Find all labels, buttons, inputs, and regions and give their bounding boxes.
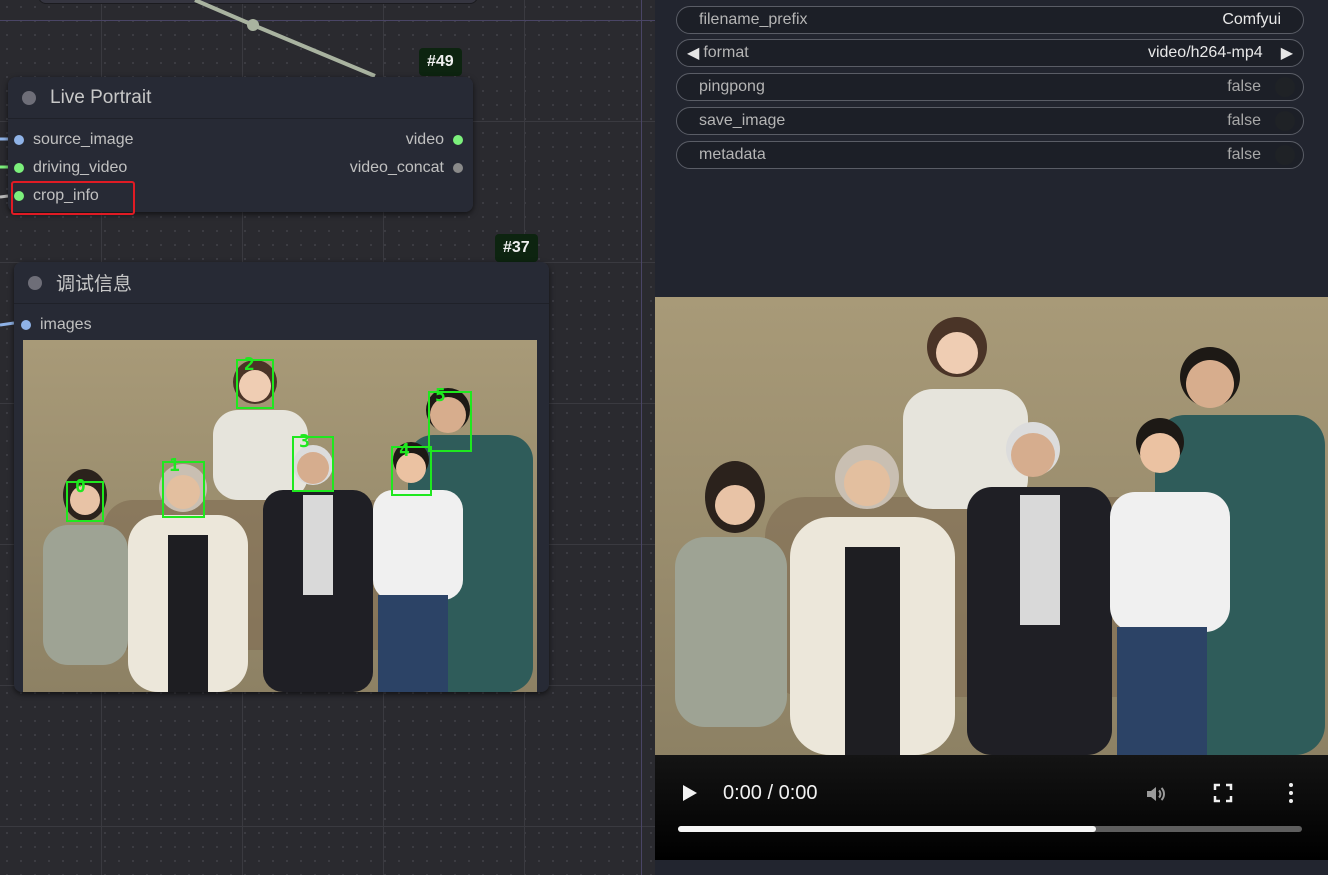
node-id-badge: #49 bbox=[419, 48, 462, 76]
save-image-toggle-widget[interactable]: save_image false bbox=[676, 107, 1304, 135]
slot-dot-icon[interactable] bbox=[453, 135, 463, 145]
video-progress-fill bbox=[678, 826, 1097, 832]
link-midpoint[interactable] bbox=[247, 19, 259, 31]
input-slot-images[interactable]: images bbox=[21, 316, 92, 334]
face-label: 2 bbox=[244, 354, 255, 375]
filename-prefix-widget[interactable]: filename_prefix Comfyui bbox=[676, 6, 1304, 34]
output-slot-video-concat[interactable]: video_concat bbox=[350, 159, 463, 177]
node-title-bar[interactable]: 调试信息 bbox=[14, 262, 549, 304]
volume-icon[interactable] bbox=[1144, 782, 1168, 806]
toggle-off-icon[interactable] bbox=[1275, 111, 1295, 131]
output-slot-video[interactable]: video bbox=[406, 131, 463, 149]
slot-label: source_image bbox=[33, 131, 134, 148]
metadata-toggle-widget[interactable]: metadata false bbox=[676, 141, 1304, 169]
debug-preview-image: 0 1 2 3 4 5 bbox=[23, 340, 537, 692]
arrow-right-icon[interactable]: ▶ bbox=[1281, 43, 1293, 63]
widget-label: filename_prefix bbox=[699, 11, 808, 28]
face-label: 3 bbox=[299, 431, 310, 452]
collapse-dot-icon[interactable] bbox=[28, 275, 42, 290]
pingpong-toggle-widget[interactable]: pingpong false bbox=[676, 73, 1304, 101]
node-title-bar[interactable]: Live Portrait bbox=[8, 77, 473, 119]
crop-info-highlight-box bbox=[11, 181, 135, 215]
widget-value: Comfyui bbox=[1222, 11, 1281, 28]
node-title: Live Portrait bbox=[50, 86, 152, 108]
arrow-left-icon[interactable]: ◀ bbox=[687, 43, 699, 63]
widget-label: metadata bbox=[699, 146, 766, 163]
play-icon[interactable] bbox=[683, 785, 697, 801]
video-controls-bar: 0:00 / 0:00 bbox=[655, 755, 1328, 860]
toggle-off-icon[interactable] bbox=[1275, 77, 1295, 97]
node-title: 调试信息 bbox=[56, 274, 133, 295]
link-images bbox=[0, 321, 15, 327]
slot-dot-icon[interactable] bbox=[14, 163, 24, 173]
widget-value: false bbox=[1227, 146, 1261, 163]
slot-label: video bbox=[405, 131, 444, 148]
slot-label: video_concat bbox=[349, 159, 444, 176]
slot-label: images bbox=[40, 316, 92, 333]
fullscreen-icon[interactable] bbox=[1213, 783, 1233, 803]
slot-dot-icon[interactable] bbox=[21, 320, 31, 330]
link-crop-info bbox=[0, 194, 9, 199]
input-slot-source-image[interactable]: source_image bbox=[14, 131, 134, 149]
face-label: 5 bbox=[435, 385, 446, 406]
collapse-dot-icon[interactable] bbox=[22, 90, 36, 105]
toggle-off-icon[interactable] bbox=[1275, 145, 1295, 165]
input-slot-driving-video[interactable]: driving_video bbox=[14, 159, 127, 177]
video-frame-image bbox=[655, 297, 1328, 755]
widget-label: pingpong bbox=[699, 78, 765, 95]
widget-value: video/h264-mp4 bbox=[1147, 44, 1263, 61]
link-wire bbox=[194, 0, 376, 78]
video-time: 0:00 / 0:00 bbox=[723, 782, 818, 804]
node-id-badge: #37 bbox=[495, 234, 538, 262]
face-label: 4 bbox=[399, 440, 410, 461]
slot-dot-icon[interactable] bbox=[453, 163, 463, 173]
video-progress-bar[interactable] bbox=[678, 826, 1302, 832]
widget-label: format bbox=[703, 44, 749, 61]
face-label: 1 bbox=[169, 455, 180, 476]
face-label: 0 bbox=[75, 476, 86, 497]
slot-label: driving_video bbox=[33, 159, 128, 176]
widget-value: false bbox=[1227, 78, 1261, 95]
widget-value: false bbox=[1227, 112, 1261, 129]
format-combo-widget[interactable]: ◀ format video/h264-mp4 ▶ bbox=[676, 39, 1304, 67]
slot-dot-icon[interactable] bbox=[14, 135, 24, 145]
more-options-icon[interactable] bbox=[1289, 783, 1293, 803]
widget-label: save_image bbox=[699, 112, 786, 129]
